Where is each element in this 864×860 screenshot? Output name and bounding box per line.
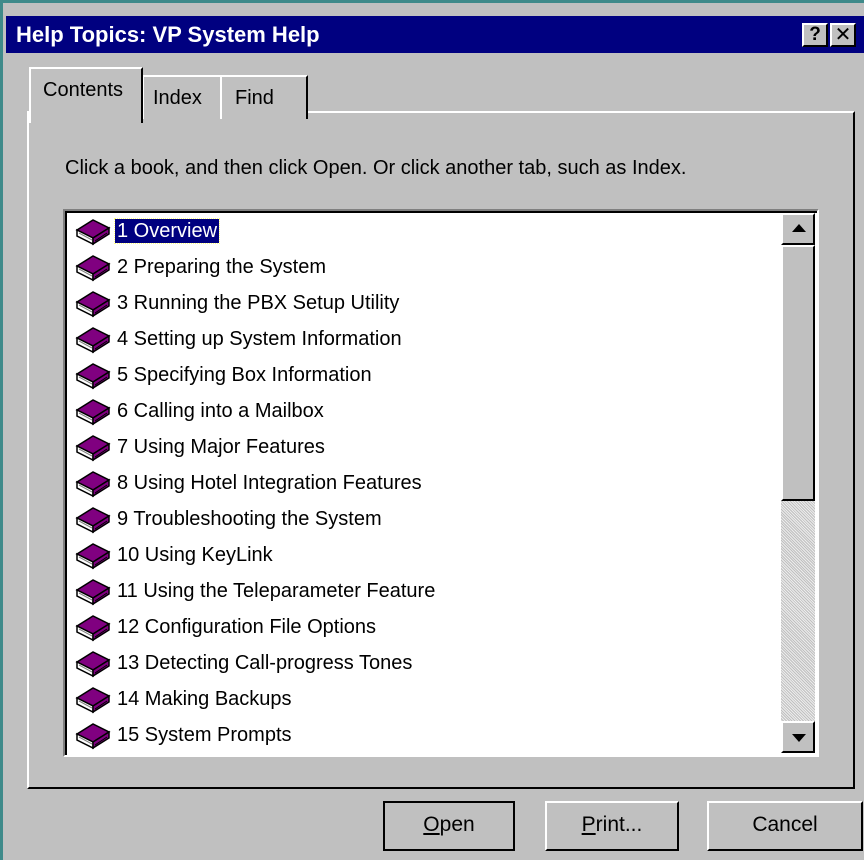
tab-index[interactable]: Index: [142, 75, 222, 119]
tab-index-label: Index: [153, 87, 202, 109]
open-accel: O: [423, 813, 440, 836]
title-bar[interactable]: Help Topics: VP System Help ? ✕: [6, 16, 864, 53]
tab-contents[interactable]: Contents: [29, 67, 143, 123]
close-icon[interactable]: ✕: [830, 23, 856, 47]
print-button[interactable]: Print...: [545, 801, 679, 851]
print-accel: P: [581, 813, 596, 836]
tab-find-label: Find: [235, 87, 274, 109]
window-title: Help Topics: VP System Help: [16, 22, 320, 47]
open-label: pen: [439, 813, 475, 836]
help-icon[interactable]: ?: [802, 23, 828, 47]
cancel-button[interactable]: Cancel: [707, 801, 863, 851]
print-label: rint...: [595, 813, 643, 836]
open-button[interactable]: Open: [383, 801, 515, 851]
tab-contents-label: Contents: [43, 79, 124, 101]
tab-find[interactable]: Find: [220, 75, 308, 119]
help-topics-window: Help Topics: VP System Help ? ✕ Contents…: [0, 0, 864, 860]
tab-panel: [27, 111, 855, 789]
